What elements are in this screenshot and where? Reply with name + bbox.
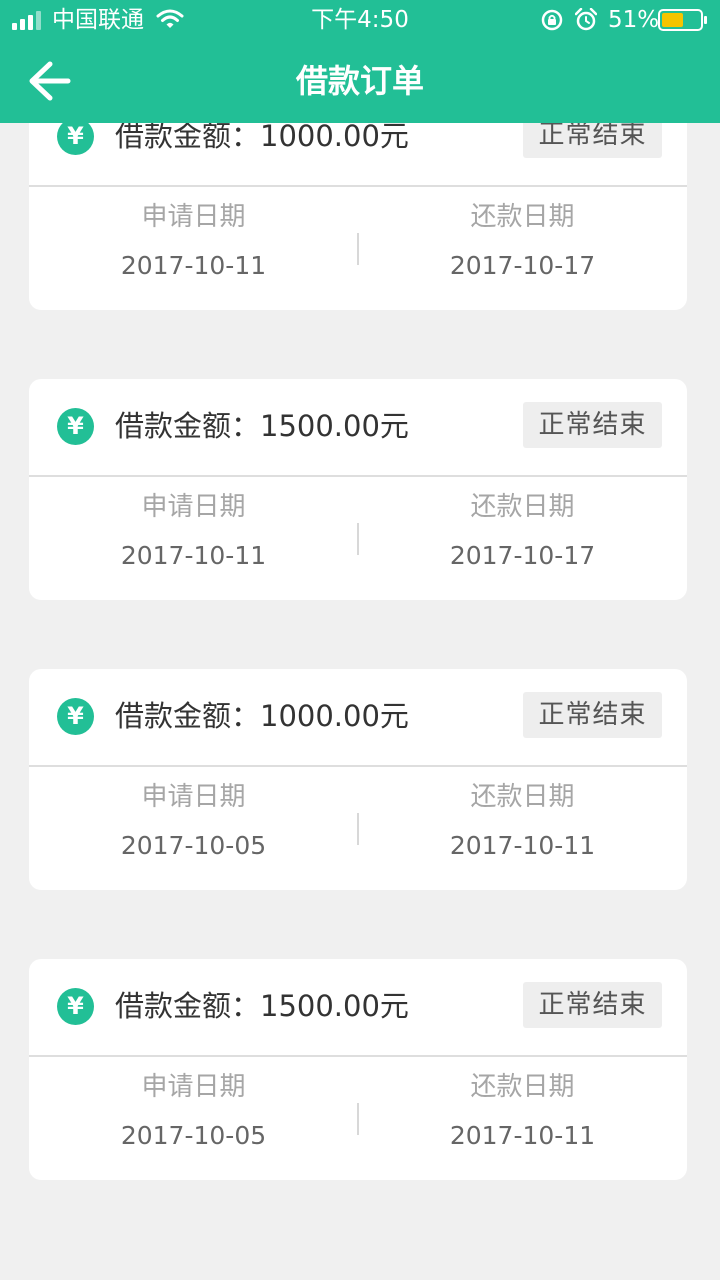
apply-date-value: 2017-10-05 [120, 831, 267, 860]
repay-date-value: 2017-10-17 [449, 251, 596, 280]
order-card-header: ¥ 借款金额：1000.00元 正常结束 [29, 669, 687, 767]
repay-date-column: 还款日期 2017-10-17 [358, 489, 687, 573]
apply-date-label: 申请日期 [141, 202, 246, 232]
status-badge: 正常结束 [523, 982, 662, 1028]
apply-date-column: 申请日期 2017-10-05 [29, 779, 358, 863]
app-header: 中国联通 下午4:50 51% 借款订单 [0, 0, 720, 123]
status-bar: 中国联通 下午4:50 51% [0, 0, 720, 40]
repay-date-value: 2017-10-11 [449, 831, 596, 860]
order-card[interactable]: ¥ 借款金额：1500.00元 正常结束 申请日期 2017-10-05 还款日… [29, 959, 687, 1180]
apply-date-value: 2017-10-11 [120, 541, 267, 570]
order-card-header: ¥ 借款金额：1500.00元 正常结束 [29, 959, 687, 1057]
status-badge: 正常结束 [523, 692, 662, 738]
yen-icon: ¥ [57, 698, 94, 735]
repay-date-column: 还款日期 2017-10-17 [358, 199, 687, 283]
order-card[interactable]: ¥ 借款金额：1500.00元 正常结束 申请日期 2017-10-11 还款日… [29, 379, 687, 600]
apply-date-label: 申请日期 [141, 492, 246, 522]
apply-date-column: 申请日期 2017-10-05 [29, 1069, 358, 1153]
apply-date-label: 申请日期 [141, 1072, 246, 1102]
loan-amount: 借款金额：1000.00元 [115, 699, 409, 733]
back-button[interactable] [20, 54, 80, 108]
repay-date-column: 还款日期 2017-10-11 [358, 1069, 687, 1153]
repay-date-label: 还款日期 [470, 1072, 575, 1102]
apply-date-value: 2017-10-11 [120, 251, 267, 280]
nav-bar: 借款订单 [0, 40, 720, 123]
rotation-lock-icon [541, 9, 563, 31]
apply-date-value: 2017-10-05 [120, 1121, 267, 1150]
battery-icon [658, 9, 707, 31]
battery-percent: 51% [608, 7, 660, 33]
loan-amount: 借款金额：1500.00元 [115, 989, 409, 1023]
repay-date-column: 还款日期 2017-10-11 [358, 779, 687, 863]
repay-date-label: 还款日期 [470, 202, 575, 232]
repay-date-label: 还款日期 [470, 782, 575, 812]
apply-date-column: 申请日期 2017-10-11 [29, 489, 358, 573]
page-title: 借款订单 [295, 62, 424, 100]
repay-date-label: 还款日期 [470, 492, 575, 522]
order-card-header: ¥ 借款金额：1500.00元 正常结束 [29, 379, 687, 477]
apply-date-label: 申请日期 [141, 782, 246, 812]
repay-date-value: 2017-10-17 [449, 541, 596, 570]
yen-icon: ¥ [57, 408, 94, 445]
status-badge: 正常结束 [523, 402, 662, 448]
repay-date-value: 2017-10-11 [449, 1121, 596, 1150]
yen-icon: ¥ [57, 988, 94, 1025]
order-card[interactable]: ¥ 借款金额：1000.00元 正常结束 申请日期 2017-10-05 还款日… [29, 669, 687, 890]
yen-icon: ¥ [57, 118, 94, 155]
loan-amount: 借款金额：1500.00元 [115, 409, 409, 443]
arrow-left-icon [29, 61, 71, 101]
apply-date-column: 申请日期 2017-10-11 [29, 199, 358, 283]
alarm-icon [575, 8, 597, 31]
